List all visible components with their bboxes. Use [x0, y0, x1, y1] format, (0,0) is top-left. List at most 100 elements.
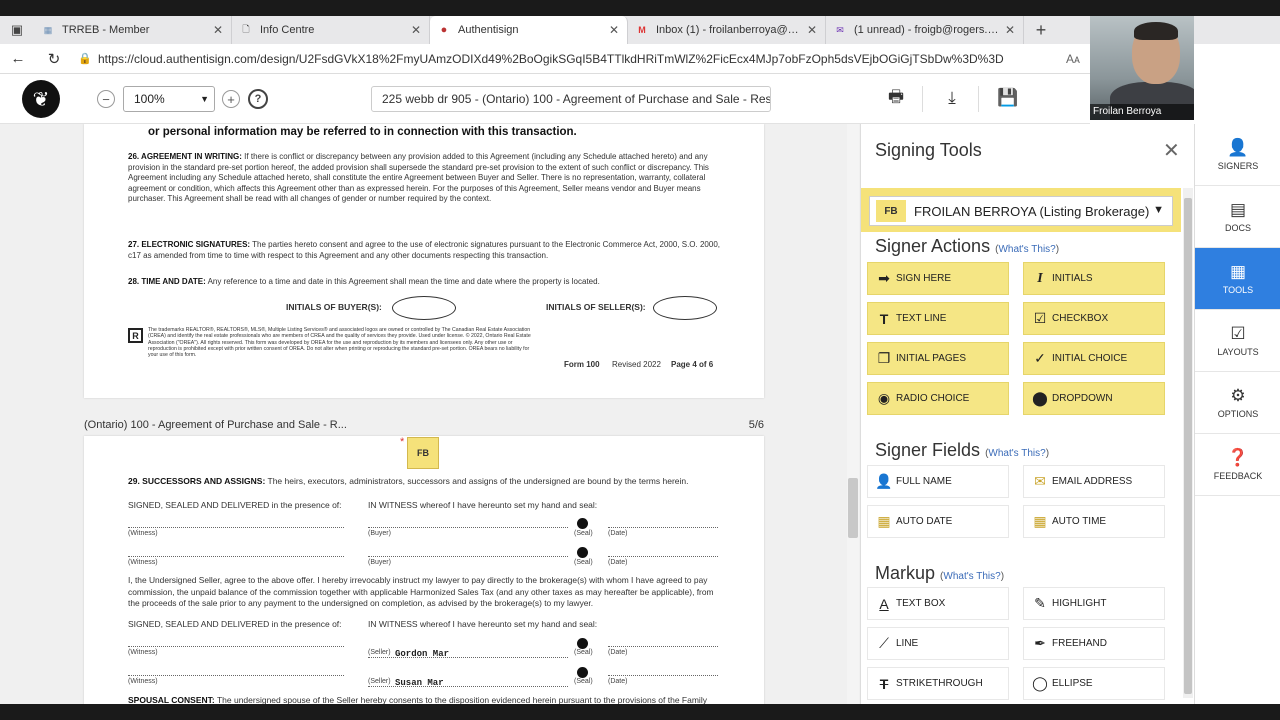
document-canvas[interactable]: or personal information may be referred …	[0, 124, 860, 720]
rail-label: TOOLS	[1222, 285, 1254, 295]
help-icon[interactable]: ?	[248, 89, 268, 109]
signer-select[interactable]: FB FROILAN BERROYA (Listing Brokerage) ▼	[869, 196, 1173, 226]
tool-text-box[interactable]: A TEXT BOX	[867, 587, 1009, 620]
tool-freehand[interactable]: ✒ FREEHAND	[1023, 627, 1165, 660]
zoom-in-button[interactable]: +	[222, 90, 240, 108]
document-title-field[interactable]: 225 webb dr 905 - (Ontario) 100 - Agreem…	[371, 86, 771, 112]
rail-label: DOCS	[1224, 223, 1251, 233]
strikethrough-icon: T	[879, 675, 889, 692]
tool-line[interactable]: ⟋ LINE	[867, 627, 1009, 660]
date-line[interactable]	[608, 527, 718, 528]
layouts-icon: ☑	[1230, 324, 1246, 343]
tool-radio-choice[interactable]: ◉ RADIO CHOICE	[867, 382, 1009, 415]
date-line[interactable]	[608, 646, 718, 647]
witness-label: (Witness)	[128, 559, 158, 566]
tool-initial-choice[interactable]: ✓ INITIAL CHOICE	[1023, 342, 1165, 375]
whats-this-link[interactable]: What's This?	[943, 571, 1000, 582]
tool-auto-date[interactable]: ▦ AUTO DATE	[867, 505, 1009, 538]
tool-label: AUTO DATE	[896, 516, 953, 527]
tab-info-centre[interactable]: 🗋 Info Centre ✕	[232, 16, 430, 44]
close-icon[interactable]: ✕	[807, 23, 817, 37]
initials-seller-oval[interactable]	[653, 296, 717, 320]
seal-label: (Seal)	[574, 678, 593, 685]
close-icon[interactable]: ✕	[609, 23, 619, 37]
tool-label: TEXT BOX	[896, 598, 946, 609]
tool-ellipse[interactable]: ◯ ELLIPSE	[1023, 667, 1165, 700]
tab-authentisign[interactable]: ● Authentisign ✕	[430, 16, 628, 44]
tool-label: DROPDOWN	[1052, 393, 1113, 404]
docs-icon: ▤	[1229, 200, 1247, 219]
witness-signature-line[interactable]	[128, 556, 344, 557]
seal-label: (Seal)	[574, 649, 593, 656]
tool-highlight[interactable]: ✎ HIGHLIGHT	[1023, 587, 1165, 620]
tool-strikethrough[interactable]: T STRIKETHROUGH	[867, 667, 1009, 700]
commission-paragraph: I, the Undersigned Seller, agree to the …	[128, 575, 714, 608]
save-icon[interactable]: 💾	[996, 86, 1020, 110]
tool-initial-pages[interactable]: ❐ INITIAL PAGES	[867, 342, 1009, 375]
rail-options[interactable]: ⚙ OPTIONS	[1195, 372, 1280, 434]
buyer-signature-line[interactable]	[368, 556, 568, 557]
whats-this-link[interactable]: What's This?	[988, 448, 1045, 459]
seal-icon	[577, 638, 588, 649]
trreb-icon: ▦	[43, 24, 53, 35]
date-line[interactable]	[608, 675, 718, 676]
witness-signature-line[interactable]	[128, 675, 344, 676]
whats-this-link[interactable]: What's This?	[998, 244, 1055, 255]
print-icon[interactable]: 🖶	[884, 86, 908, 110]
rail-tools[interactable]: ▦ TOOLS	[1195, 248, 1280, 310]
tool-label: FULL NAME	[896, 476, 952, 487]
tool-checkbox[interactable]: ☑ CHECKBOX	[1023, 302, 1165, 335]
read-aloud-icon[interactable]: Aᴀ	[1056, 52, 1090, 66]
panel-scrollbar[interactable]	[1183, 188, 1193, 698]
tab-gmail[interactable]: M Inbox (1) - froilanberroya@gmail ✕	[628, 16, 826, 44]
download-icon[interactable]: ⤓	[940, 86, 964, 110]
page-5-header: (Ontario) 100 - Agreement of Purchase an…	[84, 419, 764, 431]
tab-trreb[interactable]: ▦ TRREB - Member ✕	[34, 16, 232, 44]
tab-label: (1 unread) - froigb@rogers.com	[854, 24, 999, 36]
zoom-out-button[interactable]: −	[97, 90, 115, 108]
date-label: (Date)	[608, 530, 628, 537]
tab-yahoo-mail[interactable]: ✉ (1 unread) - froigb@rogers.com ✕	[826, 16, 1024, 44]
seal-icon	[577, 518, 588, 529]
close-icon[interactable]: ✕	[411, 23, 421, 37]
rail-signers[interactable]: 👤 SIGNERS	[1195, 124, 1280, 186]
tool-email-address[interactable]: ✉ EMAIL ADDRESS	[1023, 465, 1165, 498]
doc-legal-footer: The trademarks REALTOR®, REALTORS®, MLS®…	[148, 327, 531, 359]
tab-actions-icon[interactable]: ▣	[0, 16, 34, 44]
close-icon[interactable]: ✕	[213, 23, 223, 37]
tool-full-name[interactable]: 👤 FULL NAME	[867, 465, 1009, 498]
tool-sign-here[interactable]: ➡ SIGN HERE	[867, 262, 1009, 295]
rail-docs[interactable]: ▤ DOCS	[1195, 186, 1280, 248]
tool-label: LINE	[896, 638, 919, 649]
zoom-select[interactable]: 100% ▼	[123, 86, 215, 112]
close-icon[interactable]: ✕	[1163, 138, 1180, 163]
document-scrollbar[interactable]	[847, 124, 859, 720]
tool-initials[interactable]: I INITIALS	[1023, 262, 1165, 295]
seller-name: Susan Mar	[395, 678, 444, 688]
tool-auto-time[interactable]: ▦ AUTO TIME	[1023, 505, 1165, 538]
new-tab-button[interactable]: +	[1024, 16, 1058, 44]
back-arrow-icon[interactable]: ←	[0, 44, 36, 74]
authentisign-logo[interactable]: ❦	[22, 80, 60, 118]
signer-name: FROILAN BERROYA (Listing Brokerage)	[914, 203, 1150, 219]
refresh-icon[interactable]: ↻	[36, 44, 72, 74]
tool-text-line[interactable]: T TEXT LINE	[867, 302, 1009, 335]
tool-dropdown[interactable]: ⬤ DROPDOWN	[1023, 382, 1165, 415]
witness-signature-line[interactable]	[128, 527, 344, 528]
witness-signature-line[interactable]	[128, 646, 344, 647]
required-marker: *	[400, 436, 405, 448]
lock-icon: 🔒	[78, 52, 92, 65]
doc-text: Any reference to a time and date in this…	[207, 277, 600, 286]
paren-close: )	[1000, 571, 1005, 582]
url-field[interactable]: 🔒 https://cloud.authentisign.com/design/…	[72, 47, 1056, 71]
gmail-icon: M	[638, 25, 646, 35]
initials-field-tag[interactable]: FB	[407, 437, 439, 469]
buyer-signature-line[interactable]	[368, 527, 568, 528]
date-line[interactable]	[608, 556, 718, 557]
scrollbar-thumb[interactable]	[1184, 198, 1192, 694]
rail-layouts[interactable]: ☑ LAYOUTS	[1195, 310, 1280, 372]
close-icon[interactable]: ✕	[1005, 23, 1015, 37]
initials-buyer-oval[interactable]	[392, 296, 456, 320]
scrollbar-thumb[interactable]	[848, 478, 858, 538]
rail-feedback[interactable]: ❓ FEEDBACK	[1195, 434, 1280, 496]
